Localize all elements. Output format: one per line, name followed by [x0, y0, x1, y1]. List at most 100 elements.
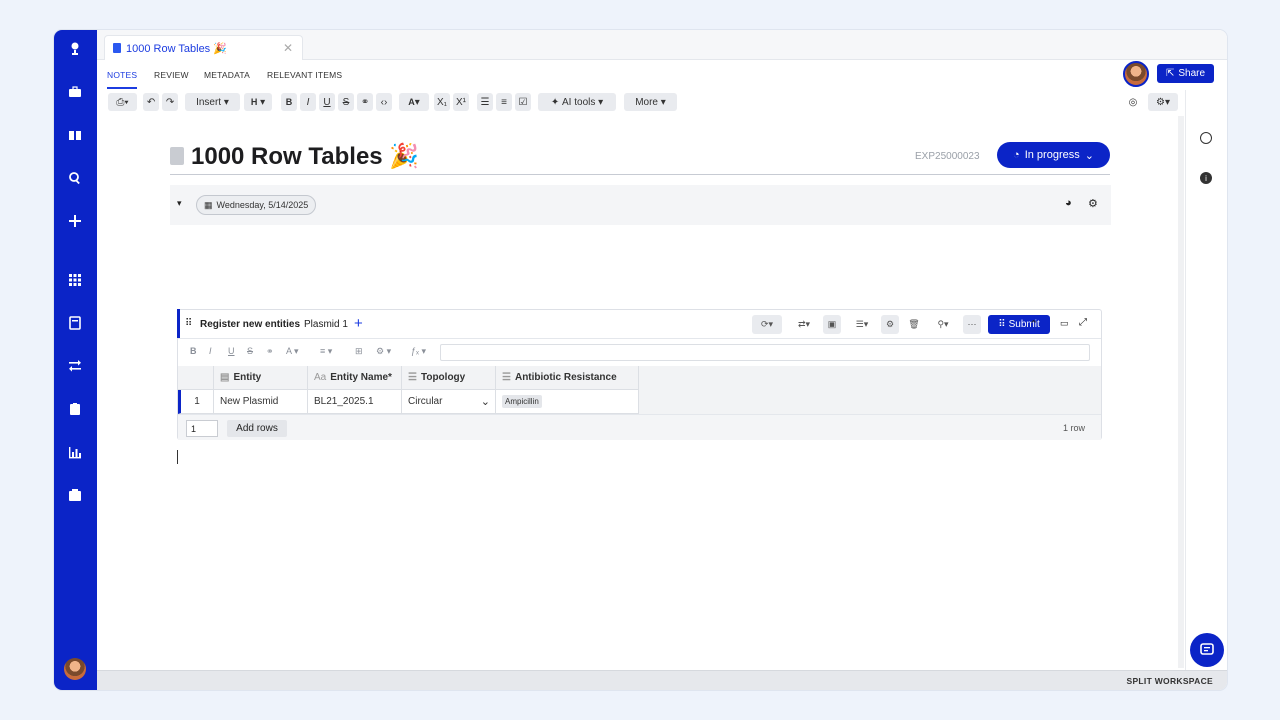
- tab-metadata[interactable]: METADATA: [204, 70, 250, 80]
- transfer-dropdown[interactable]: ⇄▾: [790, 315, 818, 334]
- superscript-button[interactable]: X¹: [453, 93, 469, 111]
- italic-button[interactable]: I: [300, 93, 316, 111]
- collaborator-avatar[interactable]: [1123, 61, 1149, 87]
- close-icon[interactable]: ✕: [283, 41, 293, 55]
- bold-button[interactable]: B: [190, 346, 197, 356]
- minimize-icon[interactable]: ▭: [1060, 318, 1069, 329]
- row-count: 1 row: [1062, 423, 1085, 433]
- scrollbar[interactable]: [1178, 116, 1184, 668]
- cell-topology[interactable]: Circular ⌄: [402, 390, 496, 414]
- cell-entity-name[interactable]: BL21_2025.1: [308, 390, 402, 414]
- align-dropdown[interactable]: ≡ ▾: [320, 346, 332, 357]
- status-dropdown[interactable]: ◔ In progress ⌄: [997, 142, 1110, 168]
- share-button[interactable]: ⇱ Share: [1157, 64, 1214, 83]
- sync-dropdown[interactable]: ⟳▾: [752, 315, 782, 334]
- user-avatar[interactable]: [64, 658, 86, 680]
- bullet-list-icon[interactable]: ☰: [477, 93, 493, 111]
- undo-button[interactable]: ↶: [143, 93, 159, 111]
- underline-button[interactable]: U: [319, 93, 335, 111]
- notebook-icon[interactable]: [65, 313, 85, 333]
- clipboard-check-icon[interactable]: [65, 399, 85, 419]
- search-icon[interactable]: [65, 168, 85, 188]
- tab-relevant-items[interactable]: RELEVANT ITEMS: [267, 70, 342, 80]
- column-header-entity[interactable]: ▤ Entity: [214, 366, 308, 390]
- table-subtitle[interactable]: Plasmid 1: [304, 319, 348, 330]
- collapse-chevron-up-icon[interactable]: ⌃: [1029, 318, 1038, 331]
- ai-tools-dropdown[interactable]: ✦ AI tools ▾: [538, 93, 616, 111]
- app-window: 1000 Row Tables 🎉 ✕ NOTES REVIEW METADAT…: [54, 30, 1227, 690]
- table-icon[interactable]: ⊞: [355, 346, 363, 357]
- subscript-button[interactable]: X₁: [434, 93, 450, 111]
- external-link-icon: ⇱: [1165, 68, 1175, 79]
- insert-label: Insert: [196, 96, 222, 108]
- clock-icon[interactable]: [1200, 132, 1212, 144]
- formula-icon[interactable]: ƒₓ ▾: [411, 346, 426, 357]
- chart-icon[interactable]: [65, 442, 85, 462]
- add-rows-count-input[interactable]: 1: [186, 420, 218, 437]
- collapse-caret-icon[interactable]: ▾: [177, 198, 182, 209]
- settings-dropdown[interactable]: ⚙▾: [1148, 93, 1178, 111]
- cell-antibiotic-resistance[interactable]: Ampicillin: [496, 390, 639, 414]
- formula-input[interactable]: [440, 344, 1090, 361]
- code-icon[interactable]: ‹›: [376, 93, 392, 111]
- tab-notes[interactable]: NOTES: [107, 70, 137, 80]
- column-header-topology[interactable]: ☰ Topology: [402, 366, 496, 390]
- numbered-list-icon[interactable]: ≡: [496, 93, 512, 111]
- palette-icon[interactable]: ◕: [1065, 197, 1072, 209]
- chevron-down-icon[interactable]: ⌄: [481, 395, 490, 408]
- column-header-entity-name[interactable]: Aa Entity Name*: [308, 366, 402, 390]
- add-rows-button[interactable]: Add rows: [227, 420, 287, 437]
- bold-button[interactable]: B: [281, 93, 297, 111]
- plus-icon[interactable]: [65, 211, 85, 231]
- redo-button[interactable]: ↷: [162, 93, 178, 111]
- chat-icon[interactable]: [1190, 633, 1224, 667]
- text-type-icon: Aa: [314, 372, 327, 383]
- checklist-icon[interactable]: ☑: [515, 93, 531, 111]
- date-chip[interactable]: ▦ Wednesday, 5/14/2025: [196, 195, 317, 215]
- active-tab-indicator: [107, 87, 137, 89]
- logo-icon[interactable]: [65, 39, 85, 59]
- strikethrough-button[interactable]: S: [338, 93, 354, 111]
- strikethrough-button[interactable]: S: [247, 346, 253, 356]
- row-number[interactable]: 1: [178, 390, 214, 414]
- more-dropdown[interactable]: More ▾: [624, 93, 677, 111]
- document-tab[interactable]: 1000 Row Tables 🎉 ✕: [104, 35, 303, 60]
- clipboard-icon[interactable]: ▣: [823, 315, 841, 334]
- link-icon[interactable]: ⚭: [266, 346, 274, 357]
- book-icon[interactable]: [65, 125, 85, 145]
- insert-dropdown[interactable]: Insert ▾: [185, 93, 240, 111]
- drag-handle-icon[interactable]: ⠿: [185, 318, 192, 329]
- gear-icon[interactable]: ⚙: [1088, 197, 1098, 210]
- row-number-header: [178, 366, 214, 390]
- split-workspace-button[interactable]: SPLIT WORKSPACE: [1126, 676, 1213, 686]
- link-icon[interactable]: ⚭: [357, 93, 373, 111]
- text-color-dropdown[interactable]: A ▾: [286, 346, 299, 357]
- tab-bar: 1000 Row Tables 🎉 ✕: [97, 30, 1227, 60]
- column-header-antibiotic-resistance[interactable]: ☰ Antibiotic Resistance: [496, 366, 639, 390]
- trash-icon[interactable]: 🗑: [905, 315, 923, 334]
- page-title[interactable]: 1000 Row Tables 🎉: [191, 142, 419, 171]
- submit-button[interactable]: ⠿ Submit: [988, 315, 1050, 334]
- briefcase-icon[interactable]: [65, 82, 85, 102]
- info-icon[interactable]: i: [1200, 172, 1212, 184]
- workflow-icon[interactable]: [65, 356, 85, 376]
- inventory-icon[interactable]: [65, 485, 85, 505]
- apps-grid-icon[interactable]: [65, 270, 85, 290]
- palette-icon[interactable]: ◎: [1125, 93, 1141, 111]
- entity-grid: ▤ Entity Aa Entity Name* ☰ Topology ☰ Antibi…: [178, 366, 1101, 414]
- expand-icon[interactable]: ⤢: [1079, 317, 1087, 328]
- heading-dropdown[interactable]: H ▾: [244, 93, 272, 111]
- add-entity-icon[interactable]: +: [354, 315, 363, 332]
- column-label: Entity Name*: [330, 372, 392, 383]
- marker-dropdown[interactable]: ⚲▾: [929, 315, 957, 334]
- tab-review[interactable]: REVIEW: [154, 70, 189, 80]
- cell-entity[interactable]: New Plasmid: [214, 390, 308, 414]
- underline-button[interactable]: U: [228, 346, 235, 356]
- cell-settings-dropdown[interactable]: ⚙ ▾: [376, 346, 391, 357]
- print-button[interactable]: ⎙▾: [108, 93, 137, 111]
- text-color-dropdown[interactable]: A ▾: [399, 93, 429, 111]
- settings-icon[interactable]: ⚙: [881, 315, 899, 334]
- italic-button[interactable]: I: [209, 346, 212, 356]
- list-dropdown[interactable]: ☰▾: [848, 315, 876, 334]
- more-options-icon[interactable]: ⋯: [963, 315, 981, 334]
